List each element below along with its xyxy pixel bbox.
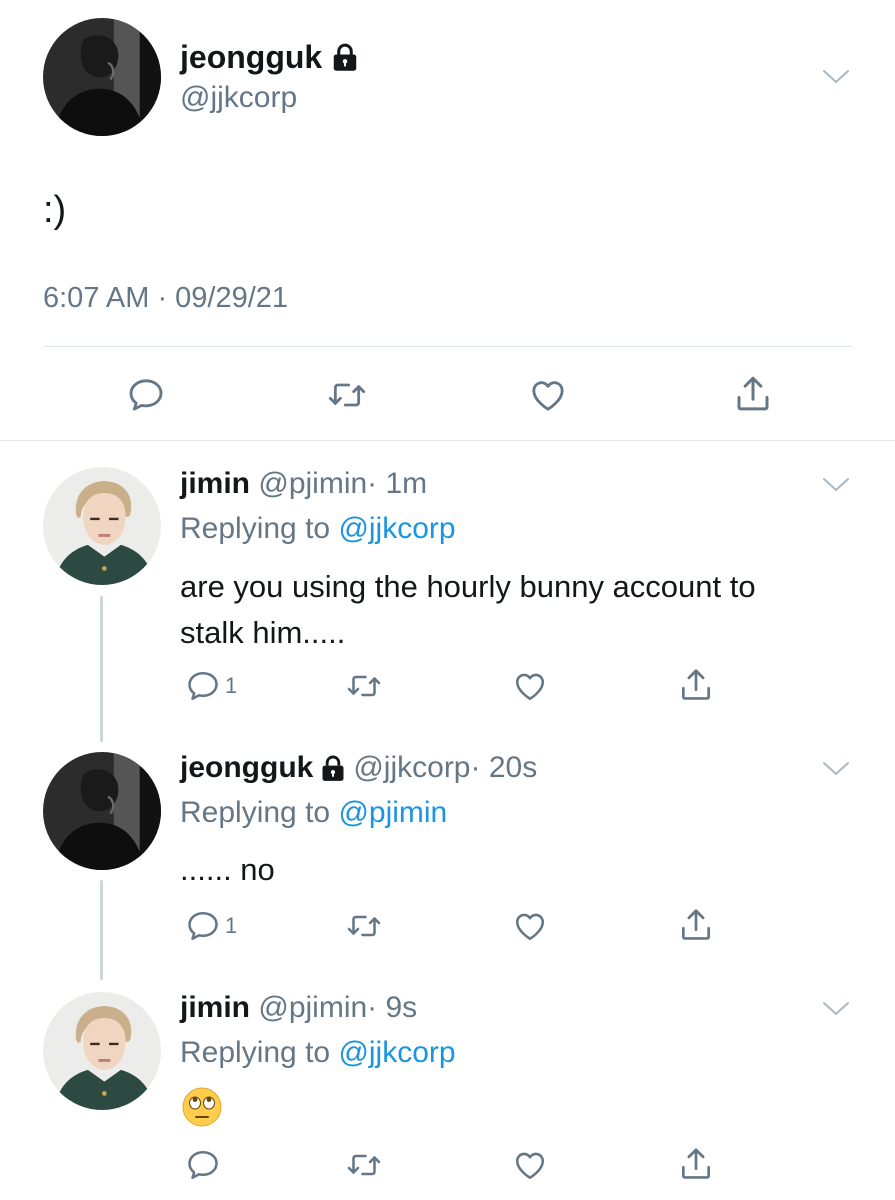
retweet-icon[interactable] (344, 908, 384, 944)
reply-icon[interactable] (185, 668, 221, 704)
tweet-text: are you using the hourly bunny account t… (180, 564, 756, 656)
lock-icon (319, 754, 347, 782)
retweet-icon[interactable] (325, 375, 369, 415)
replying-to: Replying to @jjkcorp (180, 511, 456, 547)
share-icon[interactable] (676, 906, 716, 944)
display-name[interactable]: jimin (180, 467, 250, 500)
reply-header: jimin @pjimin· 1m (180, 466, 427, 502)
divider (43, 346, 852, 347)
mention-link[interactable]: @jjkcorp (338, 1036, 455, 1069)
relative-time: · 9s (367, 991, 418, 1024)
reply-icon[interactable] (185, 1147, 221, 1183)
retweet-icon[interactable] (344, 1147, 384, 1183)
tweet-text-line: stalk him..... (180, 615, 346, 650)
face-with-rolling-eyes-emoji (181, 1086, 223, 1133)
reply-icon[interactable] (185, 908, 221, 944)
handle[interactable]: @pjimin (258, 467, 367, 500)
relative-time: · 20s (470, 751, 538, 784)
reply-action[interactable]: 1 (185, 668, 237, 704)
reply-header: jeongguk @jjkcorp· 20s (180, 750, 537, 786)
replying-to: Replying to @jjkcorp (180, 1035, 456, 1071)
handle[interactable]: @pjimin (258, 991, 367, 1024)
replying-label: Replying to (180, 796, 331, 829)
like-icon[interactable] (510, 908, 550, 944)
reply-icon[interactable] (126, 375, 166, 415)
tweet-text: ...... no (180, 852, 275, 887)
display-name[interactable]: jeongguk (180, 750, 313, 786)
share-icon[interactable] (731, 373, 775, 415)
display-name[interactable]: jimin (180, 991, 250, 1024)
chevron-down-icon[interactable] (821, 758, 851, 778)
chevron-down-icon[interactable] (821, 998, 851, 1018)
avatar[interactable] (43, 992, 161, 1110)
retweet-icon[interactable] (344, 668, 384, 704)
reply-action[interactable]: 1 (185, 908, 237, 944)
handle[interactable]: @jjkcorp (180, 80, 297, 116)
like-icon[interactable] (510, 1147, 550, 1183)
mention-link[interactable]: @pjimin (338, 796, 447, 829)
avatar[interactable] (43, 752, 161, 870)
divider (0, 440, 895, 441)
reply-count: 1 (225, 913, 238, 938)
timestamp: 6:07 AM · 09/29/21 (43, 282, 289, 314)
replying-to: Replying to @pjimin (180, 795, 447, 831)
handle[interactable]: @jjkcorp (353, 751, 470, 784)
thread-line (100, 596, 103, 742)
reply-header: jimin @pjimin· 9s (180, 990, 417, 1026)
chevron-down-icon[interactable] (821, 474, 851, 494)
like-icon[interactable] (526, 375, 570, 415)
relative-time: · 1m (367, 467, 428, 500)
share-icon[interactable] (676, 666, 716, 704)
replying-label: Replying to (180, 1036, 331, 1069)
avatar[interactable] (43, 467, 161, 585)
share-icon[interactable] (676, 1145, 716, 1183)
avatar[interactable] (43, 18, 161, 136)
lock-icon (330, 42, 360, 72)
tweet-text-line: are you using the hourly bunny account t… (180, 569, 756, 604)
thread-line (100, 880, 103, 980)
tweet-text: :) (43, 189, 67, 231)
chevron-down-icon[interactable] (821, 66, 851, 86)
replying-label: Replying to (180, 512, 331, 545)
display-name[interactable]: jeongguk (180, 38, 322, 76)
mention-link[interactable]: @jjkcorp (338, 512, 455, 545)
like-icon[interactable] (510, 668, 550, 704)
reply-count: 1 (225, 673, 238, 698)
